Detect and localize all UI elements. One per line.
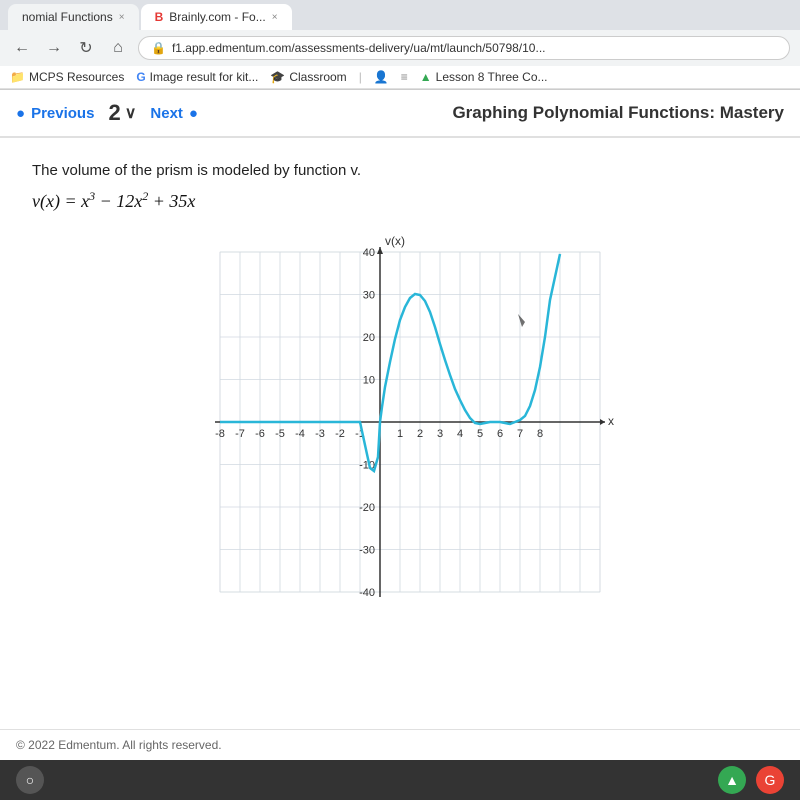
content-area: The volume of the prism is modeled by fu… [0, 138, 800, 758]
back-button[interactable]: ← [10, 36, 34, 60]
svg-text:-8: -8 [215, 428, 225, 440]
bookmark-image[interactable]: G Image result for kit... [136, 70, 258, 84]
svg-text:-40: -40 [359, 587, 375, 599]
taskbar-icons: ▲ G [718, 766, 784, 794]
equation-rhs: x3 − 12x2 + 35x [81, 191, 195, 211]
equation: v(x) = x3 − 12x2 + 35x [32, 189, 768, 212]
previous-icon: ● [16, 105, 25, 122]
tab-polynomial[interactable]: nomial Functions × [8, 4, 139, 30]
bookmark-image-label: Image result for kit... [150, 70, 259, 84]
tab-brainly-icon: B [155, 10, 164, 24]
next-button[interactable]: Next ● [150, 105, 198, 122]
bookmarks-bar: 📁 MCPS Resources G Image result for kit.… [0, 66, 800, 89]
address-bar[interactable]: 🔒 f1.app.edmentum.com/assessments-delive… [138, 36, 790, 60]
svg-text:8: 8 [537, 428, 543, 440]
svg-text:10: 10 [363, 375, 375, 387]
google-icon: G [765, 772, 776, 788]
svg-text:1: 1 [397, 428, 403, 440]
question-number: 2 ∨ [108, 100, 136, 126]
page-title: Graphing Polynomial Functions: Mastery [452, 103, 784, 123]
bookmark-image-icon: G [136, 70, 145, 84]
tab-label: nomial Functions [22, 10, 113, 24]
refresh-button[interactable]: ↻ [74, 36, 98, 60]
question-number-text: 2 [108, 100, 120, 126]
svg-text:7: 7 [517, 428, 523, 440]
tab-bar: nomial Functions × B Brainly.com - Fo...… [0, 0, 800, 30]
svg-text:3: 3 [437, 428, 443, 440]
svg-text:-20: -20 [359, 502, 375, 514]
next-icon: ● [189, 105, 198, 122]
app-header: ● Previous 2 ∨ Next ● Graphing Polynomia… [0, 90, 800, 138]
svg-text:40: 40 [363, 247, 375, 259]
tab-close-icon[interactable]: × [119, 12, 125, 23]
svg-text:-2: -2 [335, 428, 345, 440]
browser-topbar: ← → ↻ ⌂ 🔒 f1.app.edmentum.com/assessment… [0, 30, 800, 66]
browser-chrome: nomial Functions × B Brainly.com - Fo...… [0, 0, 800, 90]
problem-text: The volume of the prism is modeled by fu… [32, 162, 768, 179]
y-axis-label: v(x) [385, 234, 405, 248]
bookmark-classroom-icon: 🎓 [270, 70, 285, 84]
svg-text:-3: -3 [315, 428, 325, 440]
bookmarks-extra-icon2: ≡ [401, 70, 408, 84]
home-button[interactable]: ⌂ [106, 36, 130, 60]
svg-text:2: 2 [417, 428, 423, 440]
footer: © 2022 Edmentum. All rights reserved. [0, 729, 800, 760]
page-title-text: Graphing Polynomial Functions: Mastery [452, 103, 784, 122]
svg-text:5: 5 [477, 428, 483, 440]
taskbar-google-icon[interactable]: G [756, 766, 784, 794]
bookmarks-separator: | [359, 70, 362, 84]
bookmark-lesson[interactable]: ▲ Lesson 8 Three Co... [420, 70, 548, 84]
bookmark-mcps[interactable]: 📁 MCPS Resources [10, 70, 124, 84]
copyright-text: © 2022 Edmentum. All rights reserved. [16, 738, 222, 752]
svg-text:6: 6 [497, 428, 503, 440]
svg-text:4: 4 [457, 428, 463, 440]
svg-text:30: 30 [363, 290, 375, 302]
svg-text:-30: -30 [359, 545, 375, 557]
svg-text:20: 20 [363, 332, 375, 344]
bookmark-mcps-icon: 📁 [10, 70, 25, 84]
taskbar-home-button[interactable]: ○ [16, 766, 44, 794]
tab-brainly[interactable]: B Brainly.com - Fo... × [141, 4, 292, 30]
previous-button[interactable]: ● Previous [16, 105, 94, 122]
svg-text:-4: -4 [295, 428, 305, 440]
dropdown-icon[interactable]: ∨ [125, 103, 137, 123]
address-lock-icon: 🔒 [151, 41, 166, 55]
bookmarks-extra-icon1: 👤 [374, 70, 389, 84]
svg-text:-5: -5 [275, 428, 285, 440]
bookmark-classroom[interactable]: 🎓 Classroom [270, 70, 346, 84]
graph-svg: -6 -5 -8 -7 -4 -3 -2 -1 1 2 3 4 5 6 7 8 … [160, 232, 640, 632]
taskbar: ○ ▲ G [0, 760, 800, 800]
previous-label: Previous [31, 105, 94, 122]
tab-brainly-label: Brainly.com - Fo... [169, 10, 265, 24]
next-label: Next [150, 105, 183, 122]
taskbar-circle-icon: ○ [26, 772, 34, 788]
address-text: f1.app.edmentum.com/assessments-delivery… [172, 41, 546, 55]
bookmark-lesson-label: Lesson 8 Three Co... [436, 70, 548, 84]
svg-text:-7: -7 [235, 428, 245, 440]
equation-lhs: v(x) = [32, 191, 77, 211]
forward-button[interactable]: → [42, 36, 66, 60]
taskbar-triangle-icon[interactable]: ▲ [718, 766, 746, 794]
graph-container: -6 -5 -8 -7 -4 -3 -2 -1 1 2 3 4 5 6 7 8 … [32, 232, 768, 632]
triangle-icon: ▲ [725, 772, 739, 788]
tab-brainly-close-icon[interactable]: × [272, 12, 278, 23]
bookmark-mcps-label: MCPS Resources [29, 70, 124, 84]
svg-text:-6: -6 [255, 428, 265, 440]
x-axis-label: x [608, 414, 614, 428]
bookmark-classroom-label: Classroom [289, 70, 346, 84]
bookmark-lesson-icon: ▲ [420, 70, 432, 84]
